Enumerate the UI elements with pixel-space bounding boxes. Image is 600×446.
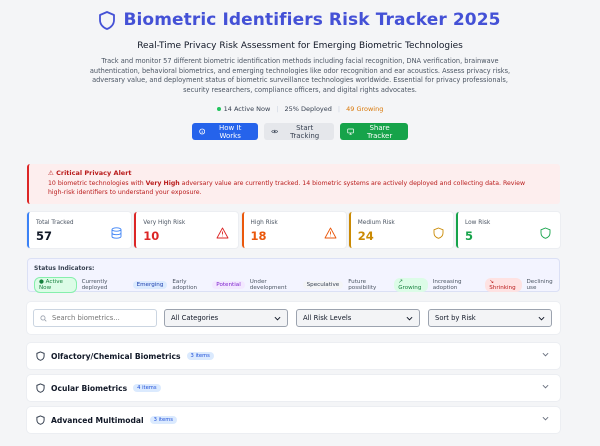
stat-deployed: 25% Deployed bbox=[284, 105, 332, 114]
alert-body-strong: Very High bbox=[145, 180, 180, 187]
category-accordion-ocular[interactable]: Ocular Biometrics 4 items bbox=[27, 375, 560, 401]
status-desc: Under development bbox=[249, 279, 287, 291]
stats-row: 14 Active Now | 25% Deployed | 49 Growin… bbox=[0, 104, 600, 114]
share-tracker-button[interactable]: Share Tracker bbox=[340, 123, 408, 141]
risk-level-select[interactable]: All Risk Levels bbox=[296, 309, 420, 327]
stat-card: High Risk 18 bbox=[241, 212, 346, 248]
shield-icon bbox=[99, 10, 116, 30]
shield-icon bbox=[36, 351, 45, 361]
sort-select[interactable]: Sort by Risk bbox=[428, 309, 552, 327]
status-pill-potential: Potential bbox=[212, 281, 245, 289]
critical-alert: ⚠ Critical Privacy Alert 10 biometric te… bbox=[27, 164, 560, 204]
monitor-icon bbox=[347, 129, 354, 135]
active-dot-icon bbox=[216, 107, 221, 112]
status-desc: Early adoption bbox=[172, 279, 198, 291]
page-description: Track and monitor 57 different biometric… bbox=[89, 57, 511, 94]
status-legend-row: ● Active Now Currently deployed Emerging… bbox=[34, 277, 559, 293]
search-input[interactable] bbox=[52, 314, 147, 322]
chevron-down-icon bbox=[542, 352, 549, 357]
search-box[interactable] bbox=[33, 309, 157, 327]
status-pill-shrinking: ↘ Shrinking bbox=[485, 278, 522, 292]
risk-level-select-value: All Risk Levels bbox=[303, 314, 352, 322]
status-desc: Currently deployed bbox=[81, 279, 108, 291]
category-count-badge: 3 items bbox=[186, 352, 214, 360]
category-name: Olfactory/Chemical Biometrics bbox=[51, 351, 181, 361]
how-it-works-label: How It Works bbox=[219, 123, 242, 140]
filter-bar: All Categories All Risk Levels Sort by R… bbox=[27, 302, 560, 334]
start-tracking-label: Start Tracking bbox=[290, 123, 320, 140]
stat-card: Low Risk 5 bbox=[456, 212, 560, 248]
status-desc: Future possibility bbox=[348, 279, 377, 291]
status-desc: Increasing adoption bbox=[432, 279, 462, 291]
category-select-value: All Categories bbox=[171, 314, 219, 322]
stat-card: Medium Risk 24 bbox=[348, 212, 453, 248]
how-it-works-button[interactable]: How It Works bbox=[192, 123, 258, 141]
sort-select-value: Sort by Risk bbox=[435, 314, 476, 322]
share-tracker-label: Share Tracker bbox=[366, 123, 393, 140]
search-icon bbox=[40, 314, 47, 322]
chevron-down-icon bbox=[542, 384, 549, 389]
stat-growing: 49 Growing bbox=[346, 105, 384, 114]
category-count-badge: 4 items bbox=[133, 384, 161, 392]
category-select[interactable]: All Categories bbox=[164, 309, 288, 327]
page-title: Biometric Identifiers Risk Tracker 2025 bbox=[0, 9, 600, 31]
status-indicators-title: Status Indicators: bbox=[34, 265, 95, 272]
alert-title: ⚠ Critical Privacy Alert bbox=[48, 169, 132, 177]
status-pill-growing: ↗ Growing bbox=[394, 278, 428, 292]
warning-icon bbox=[216, 224, 229, 243]
category-name: Advanced Multimodal bbox=[51, 415, 144, 425]
stat-divider: | bbox=[276, 105, 279, 114]
page-header: Biometric Identifiers Risk Tracker 2025 … bbox=[0, 9, 600, 141]
status-pill-emerging: Emerging bbox=[132, 281, 168, 289]
shield-icon bbox=[540, 224, 551, 243]
stat-active: 14 Active Now bbox=[216, 105, 271, 114]
alert-body: 10 biometric technologies with Very High… bbox=[48, 179, 540, 197]
shield-icon bbox=[36, 415, 45, 425]
stat-card: Very High Risk 10 bbox=[134, 212, 239, 248]
page-subtitle: Real-Time Privacy Risk Assessment for Em… bbox=[137, 41, 463, 51]
shield-icon bbox=[433, 224, 444, 243]
status-pill-active: ● Active Now bbox=[34, 277, 77, 293]
risk-summary-cards: Total Tracked 57 Very High Risk 10 High Risk… bbox=[27, 212, 560, 248]
status-indicators: Status Indicators: ● Active Now Currentl… bbox=[27, 258, 560, 293]
database-icon bbox=[111, 224, 122, 243]
category-name: Ocular Biometrics bbox=[51, 383, 128, 393]
chevron-down-icon bbox=[538, 316, 545, 320]
page-title-text: Biometric Identifiers Risk Tracker 2025 bbox=[123, 10, 501, 30]
chevron-down-icon bbox=[542, 416, 549, 421]
chevron-down-icon bbox=[406, 316, 413, 320]
category-accordion-multimodal[interactable]: Advanced Multimodal 3 items bbox=[27, 407, 560, 433]
stat-active-text: 14 Active Now bbox=[223, 105, 271, 114]
stat-divider: | bbox=[337, 105, 341, 114]
chevron-down-icon bbox=[274, 316, 281, 320]
info-icon bbox=[199, 128, 206, 135]
category-count-badge: 3 items bbox=[149, 416, 177, 424]
category-accordion-olfactory[interactable]: Olfactory/Chemical Biometrics 3 items bbox=[27, 343, 560, 369]
alert-body-pre: 10 biometric technologies with bbox=[48, 180, 146, 187]
warning-icon bbox=[324, 224, 337, 243]
status-pill-speculative: Speculative bbox=[302, 281, 344, 289]
start-tracking-button[interactable]: Start Tracking bbox=[264, 123, 334, 141]
stat-card: Total Tracked 57 bbox=[27, 212, 131, 248]
status-desc: Declining use bbox=[526, 279, 553, 291]
eye-icon bbox=[271, 130, 279, 134]
action-buttons: How It Works Start Tracking Share Tracke… bbox=[0, 123, 600, 141]
shield-icon bbox=[36, 383, 45, 393]
